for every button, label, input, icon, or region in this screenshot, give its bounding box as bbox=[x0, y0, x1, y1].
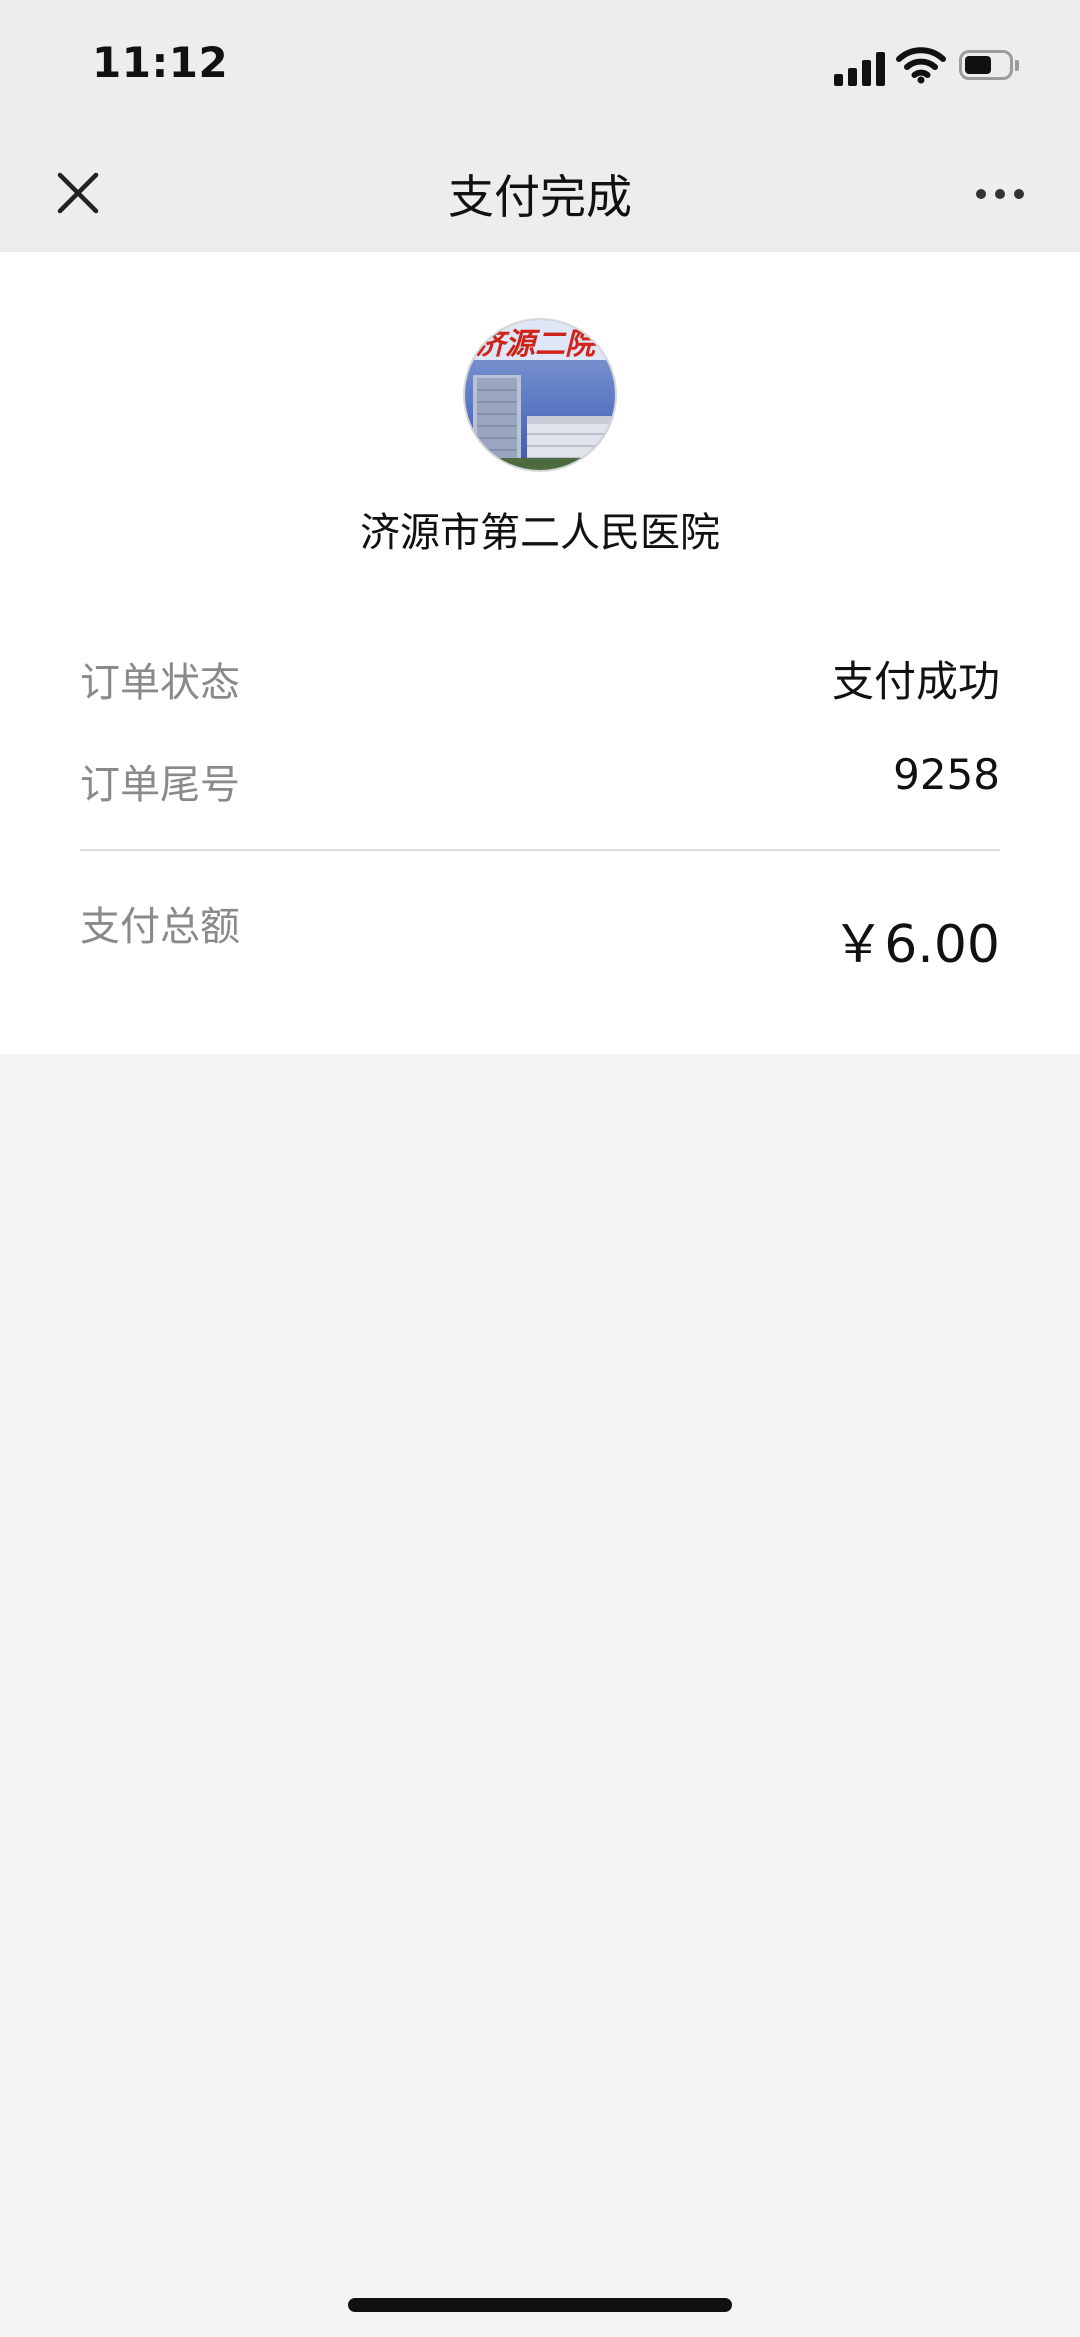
more-icon[interactable] bbox=[970, 171, 1030, 215]
logo-lettering: 济源二院 bbox=[475, 327, 600, 362]
nav-bar: 支付完成 bbox=[0, 135, 1080, 252]
close-icon[interactable] bbox=[50, 165, 106, 221]
battery-level bbox=[965, 56, 991, 74]
status-time: 11:12 bbox=[92, 38, 229, 87]
signal-icon bbox=[834, 50, 886, 86]
total-amount: ￥6.00 bbox=[832, 915, 1000, 975]
home-indicator[interactable] bbox=[348, 2298, 732, 2312]
battery-nub bbox=[1015, 60, 1019, 71]
battery-icon bbox=[959, 50, 1021, 82]
page-title: 支付完成 bbox=[448, 170, 632, 224]
order-status-label: 订单状态 bbox=[80, 660, 240, 706]
wifi-icon bbox=[896, 47, 946, 84]
merchant-logo: 济源二院 bbox=[465, 320, 615, 470]
order-status-value: 支付成功 bbox=[831, 657, 1000, 706]
status-bar: 11:12 bbox=[0, 0, 1080, 135]
order-tail-label: 订单尾号 bbox=[80, 762, 240, 808]
total-label: 支付总额 bbox=[80, 904, 240, 950]
divider bbox=[80, 849, 1000, 851]
top-area: 11:12 支付完成 bbox=[0, 0, 1080, 252]
payment-result-card: 济源二院 济源市第二人民医院 订单状态 支付成功 订单尾号 9258 支付总额 … bbox=[0, 252, 1080, 1054]
order-tail-value: 9258 bbox=[893, 750, 1000, 799]
merchant-name: 济源市第二人民医院 bbox=[360, 510, 720, 556]
